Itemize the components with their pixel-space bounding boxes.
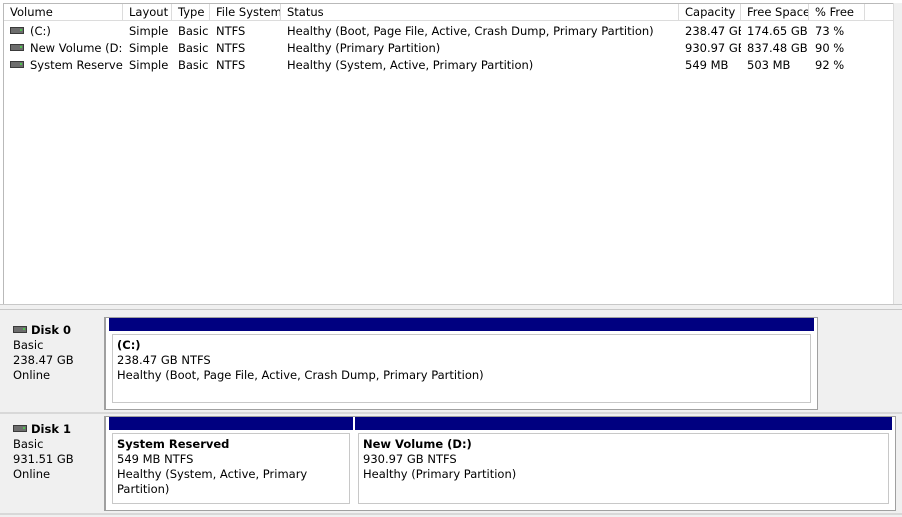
disk-row-1: Disk 1 Basic 931.51 GB Online System Res… bbox=[5, 416, 899, 511]
column-header-capacity[interactable]: Capacity bbox=[679, 4, 741, 21]
column-header-filler bbox=[865, 4, 895, 21]
drive-icon bbox=[10, 27, 24, 34]
column-header-status[interactable]: Status bbox=[281, 4, 679, 21]
disk-icon bbox=[13, 425, 27, 432]
layout-cell: Simple bbox=[129, 41, 169, 55]
disk-state: Online bbox=[13, 368, 51, 382]
status-cell: Healthy (System, Active, Primary Partiti… bbox=[287, 58, 534, 72]
disk-label-0[interactable]: Disk 0 Basic 238.47 GB Online bbox=[5, 317, 105, 410]
partition-status: Healthy (Boot, Page File, Active, Crash … bbox=[117, 368, 484, 382]
free-space-cell: 503 MB bbox=[747, 58, 791, 72]
disk-name-text: Disk 1 bbox=[31, 422, 71, 436]
column-header-type[interactable]: Type bbox=[172, 4, 210, 21]
percent-free-cell: 90 % bbox=[815, 41, 845, 55]
capacity-cell: 549 MB bbox=[685, 58, 729, 72]
disk-size: 238.47 GB bbox=[13, 353, 74, 367]
volume-row-c[interactable]: (C:) Simple Basic NTFS Healthy (Boot, Pa… bbox=[4, 23, 895, 40]
disk-name: Disk 1 bbox=[13, 422, 104, 437]
percent-free-cell: 73 % bbox=[815, 24, 845, 38]
partition-box: New Volume (D:) 930.97 GB NTFS Healthy (… bbox=[358, 433, 889, 504]
volume-row-d[interactable]: New Volume (D:) Simple Basic NTFS Health… bbox=[4, 40, 895, 57]
drive-icon bbox=[10, 61, 24, 68]
file-system-cell: NTFS bbox=[216, 24, 246, 38]
disk-body-1: System Reserved 549 MB NTFS Healthy (Sys… bbox=[105, 416, 896, 511]
status-cell: Healthy (Boot, Page File, Active, Crash … bbox=[287, 24, 654, 38]
partition-box: System Reserved 549 MB NTFS Healthy (Sys… bbox=[112, 433, 350, 504]
partition-bar bbox=[355, 417, 892, 430]
free-space-cell: 837.48 GB bbox=[747, 41, 808, 55]
partition-c[interactable]: (C:) 238.47 GB NTFS Healthy (Boot, Page … bbox=[109, 318, 814, 406]
volume-name: System Reserved bbox=[30, 58, 123, 72]
partition-bar bbox=[109, 318, 814, 331]
percent-free-cell: 92 % bbox=[815, 58, 845, 72]
drive-icon bbox=[10, 44, 24, 51]
disk-name-text: Disk 0 bbox=[31, 323, 71, 337]
partition-title: (C:) bbox=[117, 338, 141, 352]
disk-type: Basic bbox=[13, 338, 44, 352]
partition-title: New Volume (D:) bbox=[363, 437, 472, 451]
volume-cell: (C:) bbox=[4, 23, 123, 40]
volume-name: New Volume (D:) bbox=[30, 41, 123, 55]
file-system-cell: NTFS bbox=[216, 41, 246, 55]
volume-cell: New Volume (D:) bbox=[4, 40, 123, 57]
volume-row-system-reserved[interactable]: System Reserved Simple Basic NTFS Health… bbox=[4, 57, 895, 74]
partition-status: Healthy (Primary Partition) bbox=[363, 467, 517, 481]
vertical-scrollbar[interactable] bbox=[893, 3, 902, 304]
file-system-cell: NTFS bbox=[216, 58, 246, 72]
disk-separator bbox=[0, 513, 902, 515]
disk-row-0: Disk 0 Basic 238.47 GB Online (C:) 238.4… bbox=[5, 317, 899, 410]
column-header-free-space[interactable]: Free Space bbox=[741, 4, 809, 21]
disk-label-1[interactable]: Disk 1 Basic 931.51 GB Online bbox=[5, 416, 105, 511]
partition-bar bbox=[109, 417, 353, 430]
capacity-cell: 930.97 GB bbox=[685, 41, 741, 55]
disk-state: Online bbox=[13, 467, 51, 481]
partition-status: Healthy (System, Active, Primary Partiti… bbox=[117, 467, 308, 496]
disk-management-window: Volume Layout Type File System Status Ca… bbox=[0, 0, 902, 517]
type-cell: Basic bbox=[178, 24, 209, 38]
disk-body-0: (C:) 238.47 GB NTFS Healthy (Boot, Page … bbox=[105, 317, 818, 410]
disk-icon bbox=[13, 326, 27, 333]
capacity-cell: 238.47 GB bbox=[685, 24, 741, 38]
disk-separator bbox=[0, 412, 902, 414]
disk-size: 931.51 GB bbox=[13, 452, 74, 466]
partition-size: 549 MB NTFS bbox=[117, 452, 194, 466]
disk-map: Disk 0 Basic 238.47 GB Online (C:) 238.4… bbox=[0, 310, 902, 517]
partition-size: 238.47 GB NTFS bbox=[117, 353, 211, 367]
partition-size: 930.97 GB NTFS bbox=[363, 452, 457, 466]
disk-name: Disk 0 bbox=[13, 323, 104, 338]
column-header-percent-free[interactable]: % Free bbox=[809, 4, 865, 21]
volume-name: (C:) bbox=[30, 24, 51, 38]
partition-box: (C:) 238.47 GB NTFS Healthy (Boot, Page … bbox=[112, 334, 811, 403]
partition-system-reserved[interactable]: System Reserved 549 MB NTFS Healthy (Sys… bbox=[109, 417, 353, 507]
partition-d[interactable]: New Volume (D:) 930.97 GB NTFS Healthy (… bbox=[355, 417, 892, 507]
disk-type: Basic bbox=[13, 437, 44, 451]
type-cell: Basic bbox=[178, 58, 209, 72]
free-space-cell: 174.65 GB bbox=[747, 24, 808, 38]
status-cell: Healthy (Primary Partition) bbox=[287, 41, 441, 55]
type-cell: Basic bbox=[178, 41, 209, 55]
volume-list-header: Volume Layout Type File System Status Ca… bbox=[4, 4, 895, 22]
volume-cell: System Reserved bbox=[4, 57, 123, 74]
layout-cell: Simple bbox=[129, 24, 169, 38]
partition-title: System Reserved bbox=[117, 437, 230, 451]
column-header-layout[interactable]: Layout bbox=[123, 4, 172, 21]
column-header-file-system[interactable]: File System bbox=[210, 4, 281, 21]
volume-list: Volume Layout Type File System Status Ca… bbox=[3, 3, 895, 305]
layout-cell: Simple bbox=[129, 58, 169, 72]
column-header-volume[interactable]: Volume bbox=[4, 4, 123, 21]
